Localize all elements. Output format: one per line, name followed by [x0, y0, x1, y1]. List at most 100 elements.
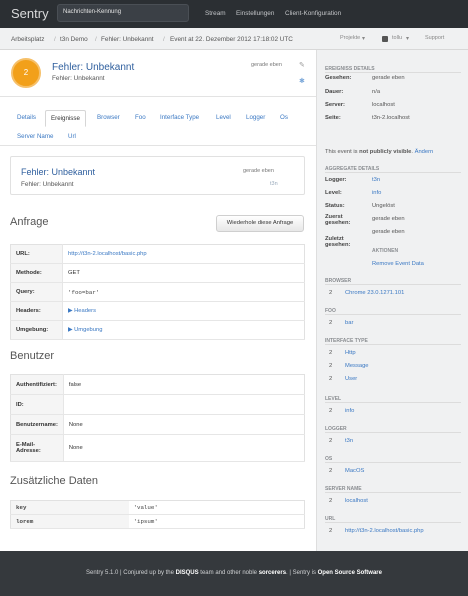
headers-link[interactable]: Headers [74, 308, 96, 314]
projects-chevron-icon[interactable]: ▾ [362, 35, 365, 42]
footer-text: . | Sentry is [286, 570, 318, 576]
request-url-link[interactable]: http://t3n-2.localhost/basic.php [62, 244, 305, 264]
detail-value: gerade eben [372, 75, 405, 81]
search-input[interactable]: Nachrichten-Kennung [57, 4, 189, 22]
bookmark-icon[interactable]: ✱ [299, 77, 305, 85]
top-bar: Sentry Nachrichten-Kennung Stream Einste… [0, 0, 468, 28]
breadcrumb-project[interactable]: t3n Demo [60, 36, 88, 43]
table-row: Umgebung: ▶ Umgebung [10, 320, 305, 340]
tag-count: 2 [329, 290, 333, 296]
detail-value: n/a [372, 89, 381, 95]
actions-heading: AKTIONEN [372, 248, 399, 254]
benutzer-heading: Benutzer [10, 350, 55, 362]
card-project-link[interactable]: t3n [270, 181, 278, 187]
tag-value-link[interactable]: bar [345, 320, 353, 326]
nav-einstellungen[interactable]: Einstellungen [236, 10, 274, 17]
row-value: GET [62, 263, 305, 283]
row-value [63, 394, 305, 415]
event-card[interactable]: Fehler: Unbekannt Fehler: Unbekannt gera… [10, 156, 305, 195]
aggregate-key: Zuletzt gesehen: [325, 236, 351, 248]
environment-link[interactable]: Umgebung [74, 327, 102, 333]
row-value: 'ipsum' [128, 514, 305, 529]
tag-count: 2 [329, 376, 333, 382]
breadcrumb-arbeitsplatz[interactable]: Arbeitsplatz [11, 36, 44, 43]
tag-value-link[interactable]: t3n [345, 438, 353, 444]
open-source-link[interactable]: Open Source Software [318, 570, 382, 576]
sidebar: EREIGNISS DETAILS Gesehen: gerade eben D… [316, 50, 468, 551]
disqus-link[interactable]: DISQUS [176, 570, 199, 576]
tag-value-link[interactable]: info [345, 408, 354, 414]
breadcrumb-group[interactable]: Fehler: Unbekannt [101, 36, 154, 43]
row-key: Headers: [10, 301, 63, 321]
row-key: lorem [10, 514, 129, 529]
tab-logger[interactable]: Logger [246, 114, 265, 121]
sentry-logo[interactable]: Sentry [11, 6, 49, 21]
detail-key: Seite: [325, 115, 341, 121]
tab-os[interactable]: Os [280, 114, 288, 121]
tag-value-link[interactable]: http://t3n-2.localhost/basic.php [345, 528, 424, 534]
tag-value-link[interactable]: localhost [345, 498, 368, 504]
tag-count: 2 [329, 350, 333, 356]
tab-details[interactable]: Details [17, 114, 36, 121]
visibility-notice: This event is not publicly visible. Ände… [325, 149, 433, 155]
event-title: Fehler: Unbekannt [52, 62, 135, 73]
projects-dropdown[interactable]: Projekte [340, 35, 360, 41]
aggregate-value: Ungelöst [372, 203, 395, 209]
row-value: None [63, 434, 305, 462]
user-menu[interactable]: tollu [392, 35, 402, 41]
tag-value-link[interactable]: Http [345, 350, 356, 356]
tab-server-name[interactable]: Server Name [17, 133, 53, 140]
divider [325, 314, 461, 315]
table-row: ID: [10, 394, 305, 415]
card-subtitle: Fehler: Unbekannt [21, 181, 74, 188]
detail-key: Dauer: [325, 89, 344, 95]
tag-value-link[interactable]: User [345, 376, 357, 382]
tab-url[interactable]: Url [68, 133, 76, 140]
headers-toggle[interactable]: ▶ Headers [62, 301, 305, 321]
level-link[interactable]: info [372, 190, 381, 196]
extra-data-heading: Zusätzliche Daten [10, 475, 99, 487]
table-row: key'value' [10, 500, 305, 515]
row-key: Methode: [10, 263, 63, 283]
tag-count: 2 [329, 528, 333, 534]
detail-key: Gesehen: [325, 75, 352, 81]
user-chevron-icon[interactable]: ▾ [406, 35, 409, 42]
remove-event-data-link[interactable]: Remove Event Data [372, 261, 424, 267]
tag-value-link[interactable]: Message [345, 363, 369, 369]
tag-count: 2 [329, 498, 333, 504]
anfrage-heading: Anfrage [10, 216, 49, 228]
table-row: Methode: GET [10, 263, 305, 283]
footer-text: team and other noble [198, 570, 259, 576]
tab-level[interactable]: Level [216, 114, 231, 121]
tag-count: 2 [329, 408, 333, 414]
tag-value-link[interactable]: MacOS [345, 468, 364, 474]
tag-value-link[interactable]: Chrome 23.0.1271.101 [345, 290, 404, 296]
divider [325, 402, 461, 403]
event-count-badge: 2 [11, 58, 41, 88]
row-key: E-Mail-Adresse: [10, 434, 64, 462]
logger-link[interactable]: t3n [372, 177, 380, 183]
edit-icon[interactable]: ✎ [299, 61, 305, 69]
row-key: key [10, 500, 129, 515]
table-row: Query:'foo=bar' [10, 282, 305, 302]
table-row: Headers: ▶ Headers [10, 301, 305, 321]
card-title[interactable]: Fehler: Unbekannt [21, 167, 95, 177]
support-link[interactable]: Support [425, 35, 444, 41]
breadcrumb-event: Event at 22. Dezember 2012 17:18:02 UTC [170, 36, 293, 43]
replay-request-button[interactable]: Wiederhole diese Anfrage [216, 215, 304, 232]
table-row: E-Mail-Adresse: None [10, 434, 305, 462]
tab-browser[interactable]: Browser [97, 114, 120, 121]
tab-foo[interactable]: Foo [135, 114, 146, 121]
tab-ereignisse[interactable]: Ereignisse [45, 110, 86, 127]
change-visibility-link[interactable]: Ändern [415, 149, 434, 155]
breadcrumb-separator: / [95, 36, 97, 43]
nav-stream[interactable]: Stream [205, 10, 226, 17]
nav-client-config[interactable]: Client-Konfiguration [285, 10, 341, 17]
environment-toggle[interactable]: ▶ Umgebung [62, 320, 305, 340]
sorcerers-link[interactable]: sorcerers [259, 570, 286, 576]
table-row: Benutzername: None [10, 414, 305, 435]
divider [325, 492, 461, 493]
tag-count: 2 [329, 438, 333, 444]
tab-interface-type[interactable]: Interface Type [160, 114, 199, 121]
avatar[interactable] [382, 36, 388, 42]
